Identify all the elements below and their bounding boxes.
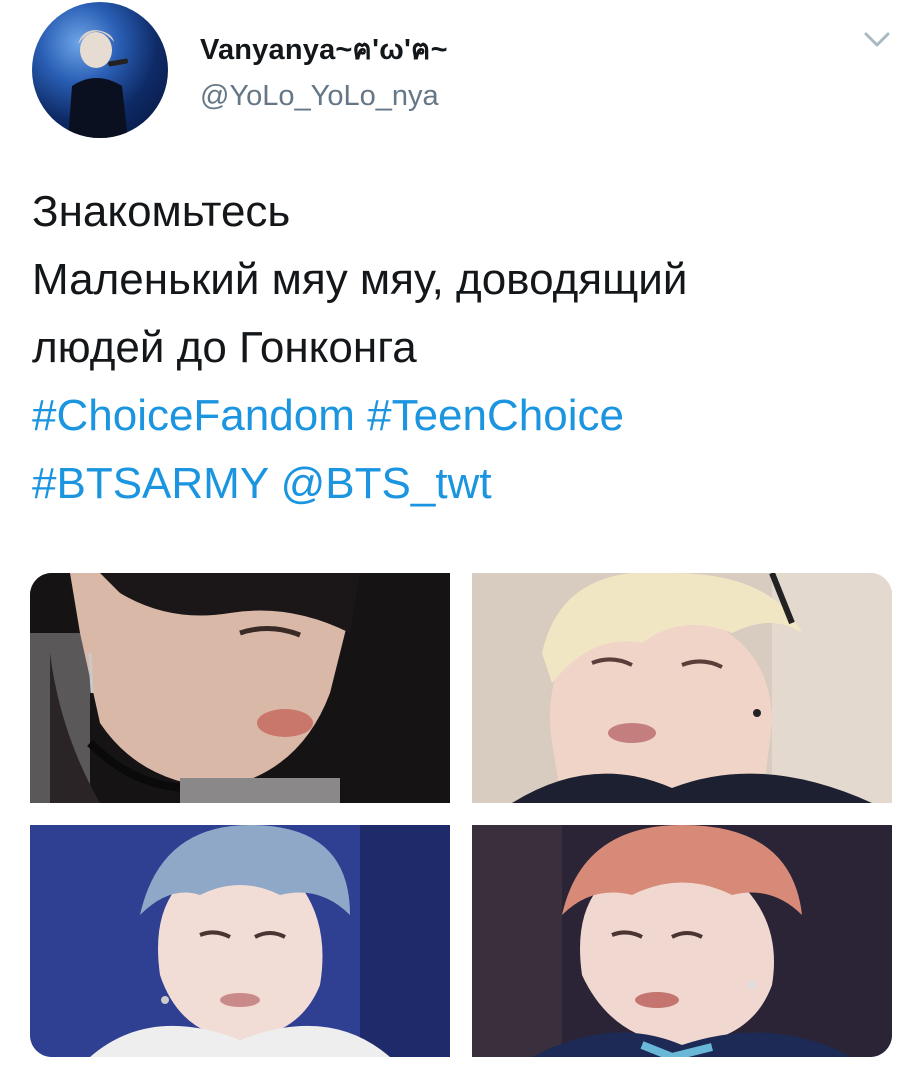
- mention-link[interactable]: @BTS_twt: [281, 459, 492, 508]
- photo-4[interactable]: [472, 825, 892, 1057]
- chevron-down-icon[interactable]: [860, 26, 894, 52]
- avatar[interactable]: [32, 2, 168, 138]
- hashtag-line: #ChoiceFandom #TeenChoice: [32, 382, 902, 450]
- hashtag-btsarmy[interactable]: #BTSARMY: [32, 459, 268, 508]
- tweet-text: Знакомьтесь Маленький мяу мяу, доводящий…: [32, 178, 902, 518]
- user-handle[interactable]: @YoLo_YoLo_nya: [200, 80, 439, 113]
- display-name[interactable]: Vanyanya~ฅ'ω'ฅ~: [200, 26, 448, 72]
- avatar-figure: [68, 30, 129, 138]
- tweet-text-line: Знакомьтесь: [32, 187, 291, 236]
- photo-2[interactable]: [472, 573, 892, 803]
- tweet-text-line: Маленький мяу мяу, доводящий: [32, 255, 688, 304]
- tweet-text-line: людей до Гонконга: [32, 323, 417, 372]
- photo-1[interactable]: [30, 573, 450, 803]
- hashtag-teenchoice[interactable]: #TeenChoice: [367, 391, 624, 440]
- hashtag-line: #BTSARMY @BTS_twt: [32, 450, 902, 518]
- media-grid: [30, 573, 892, 1057]
- photo-3[interactable]: [30, 825, 450, 1057]
- hashtag-choicefandom[interactable]: #ChoiceFandom: [32, 391, 355, 440]
- tweet-card: Vanyanya~ฅ'ω'ฅ~ @YoLo_YoLo_nya Знакомьте…: [0, 0, 922, 1080]
